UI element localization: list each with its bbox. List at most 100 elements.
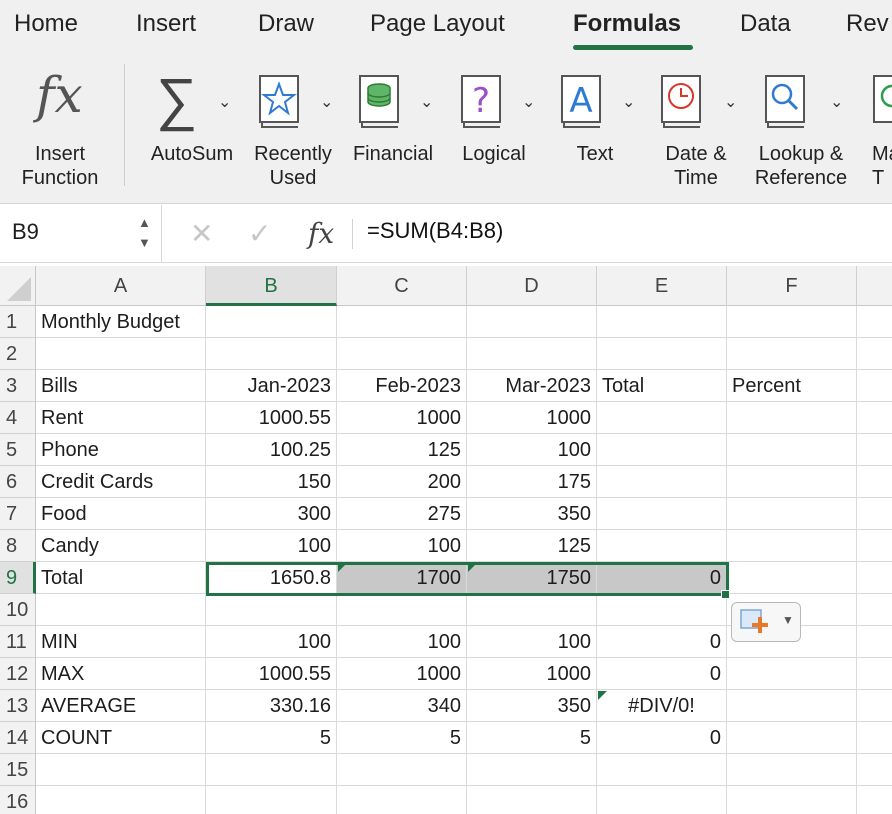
cell-e5[interactable]: [597, 434, 727, 466]
cell-b16[interactable]: [206, 786, 337, 814]
cell-b1[interactable]: [206, 306, 337, 338]
column-header-e[interactable]: E: [597, 266, 727, 306]
chevron-down-icon[interactable]: ⌄: [420, 92, 433, 112]
cell-b7[interactable]: 300: [206, 498, 337, 530]
cell-a16[interactable]: [36, 786, 206, 814]
cell-f2[interactable]: [727, 338, 857, 370]
cell-c3[interactable]: Feb-2023: [337, 370, 467, 402]
cell-e16[interactable]: [597, 786, 727, 814]
cell-d8[interactable]: 125: [467, 530, 597, 562]
cell-g16[interactable]: [857, 786, 892, 814]
chevron-down-icon[interactable]: ⌄: [622, 92, 635, 112]
cell-d2[interactable]: [467, 338, 597, 370]
row-header-12[interactable]: 12: [0, 658, 36, 690]
cell-e12[interactable]: 0: [597, 658, 727, 690]
row-header-16[interactable]: 16: [0, 786, 36, 814]
date-time-button[interactable]: ⌄ Date & Time: [648, 52, 744, 202]
cell-e9[interactable]: 0: [597, 562, 727, 594]
cell-e14[interactable]: 0: [597, 722, 727, 754]
cell-b2[interactable]: [206, 338, 337, 370]
logical-button[interactable]: ? ⌄ Logical: [446, 52, 542, 202]
cell-f8[interactable]: [727, 530, 857, 562]
cell-b11[interactable]: 100: [206, 626, 337, 658]
cell-b14[interactable]: 5: [206, 722, 337, 754]
name-box-stepper-icon[interactable]: ▲ ▼: [138, 213, 151, 253]
cell-a11[interactable]: MIN: [36, 626, 206, 658]
recently-used-button[interactable]: ⌄ Recently Used: [246, 52, 340, 202]
cell-c12[interactable]: 1000: [337, 658, 467, 690]
cell-c9[interactable]: 1700: [337, 562, 467, 594]
text-button[interactable]: A ⌄ Text: [548, 52, 642, 202]
tab-formulas[interactable]: Formulas: [573, 10, 681, 38]
cell-b8[interactable]: 100: [206, 530, 337, 562]
column-header-c[interactable]: C: [337, 266, 467, 306]
cell-a3[interactable]: Bills: [36, 370, 206, 402]
chevron-down-icon[interactable]: ⌄: [830, 92, 843, 112]
cell-b10[interactable]: [206, 594, 337, 626]
tab-home[interactable]: Home: [14, 10, 78, 38]
tab-insert[interactable]: Insert: [136, 10, 196, 38]
cell-e13[interactable]: #DIV/0!: [597, 690, 727, 722]
cell-d14[interactable]: 5: [467, 722, 597, 754]
cell-g11[interactable]: [857, 626, 892, 658]
formula-input[interactable]: =SUM(B4:B8): [367, 218, 503, 244]
tab-data[interactable]: Data: [740, 10, 791, 38]
financial-button[interactable]: ⌄ Financial: [346, 52, 440, 202]
cell-a1[interactable]: Monthly Budget: [36, 306, 206, 338]
fill-handle[interactable]: [721, 590, 730, 599]
cell-a7[interactable]: Food: [36, 498, 206, 530]
cell-g13[interactable]: [857, 690, 892, 722]
chevron-down-icon[interactable]: ⌄: [218, 92, 231, 112]
row-header-13[interactable]: 13: [0, 690, 36, 722]
row-header-3[interactable]: 3: [0, 370, 36, 402]
cell-g5[interactable]: [857, 434, 892, 466]
cell-f6[interactable]: [727, 466, 857, 498]
cell-a9[interactable]: Total: [36, 562, 206, 594]
error-indicator-icon[interactable]: [338, 563, 347, 572]
cell-e8[interactable]: [597, 530, 727, 562]
cell-f9[interactable]: [727, 562, 857, 594]
cell-c4[interactable]: 1000: [337, 402, 467, 434]
cell-c2[interactable]: [337, 338, 467, 370]
column-header-a[interactable]: A: [36, 266, 206, 306]
cell-a10[interactable]: [36, 594, 206, 626]
row-header-6[interactable]: 6: [0, 466, 36, 498]
cell-d6[interactable]: 175: [467, 466, 597, 498]
cell-d15[interactable]: [467, 754, 597, 786]
row-header-11[interactable]: 11: [0, 626, 36, 658]
row-header-2[interactable]: 2: [0, 338, 36, 370]
cell-f5[interactable]: [727, 434, 857, 466]
cell-e10[interactable]: [597, 594, 727, 626]
cell-g12[interactable]: [857, 658, 892, 690]
cell-a14[interactable]: COUNT: [36, 722, 206, 754]
cell-f12[interactable]: [727, 658, 857, 690]
column-header-f[interactable]: F: [727, 266, 857, 306]
cell-c16[interactable]: [337, 786, 467, 814]
error-indicator-icon[interactable]: [468, 563, 477, 572]
cell-a8[interactable]: Candy: [36, 530, 206, 562]
cell-d13[interactable]: 350: [467, 690, 597, 722]
row-header-14[interactable]: 14: [0, 722, 36, 754]
cell-e3[interactable]: Total: [597, 370, 727, 402]
cell-b5[interactable]: 100.25: [206, 434, 337, 466]
row-header-15[interactable]: 15: [0, 754, 36, 786]
cell-e2[interactable]: [597, 338, 727, 370]
cell-g4[interactable]: [857, 402, 892, 434]
cell-d16[interactable]: [467, 786, 597, 814]
cell-c1[interactable]: [337, 306, 467, 338]
check-icon[interactable]: ✓: [248, 217, 271, 250]
chevron-down-icon[interactable]: ⌄: [320, 92, 333, 112]
column-header-d[interactable]: D: [467, 266, 597, 306]
cell-g15[interactable]: [857, 754, 892, 786]
cell-a6[interactable]: Credit Cards: [36, 466, 206, 498]
cell-d5[interactable]: 100: [467, 434, 597, 466]
cell-f13[interactable]: [727, 690, 857, 722]
cell-d9[interactable]: 1750: [467, 562, 597, 594]
x-icon[interactable]: ✕: [190, 217, 213, 250]
cell-c7[interactable]: 275: [337, 498, 467, 530]
cell-g9[interactable]: [857, 562, 892, 594]
cell-c11[interactable]: 100: [337, 626, 467, 658]
cell-e11[interactable]: 0: [597, 626, 727, 658]
autosum-button[interactable]: ∑ ⌄ AutoSum: [144, 52, 240, 202]
cell-a13[interactable]: AVERAGE: [36, 690, 206, 722]
